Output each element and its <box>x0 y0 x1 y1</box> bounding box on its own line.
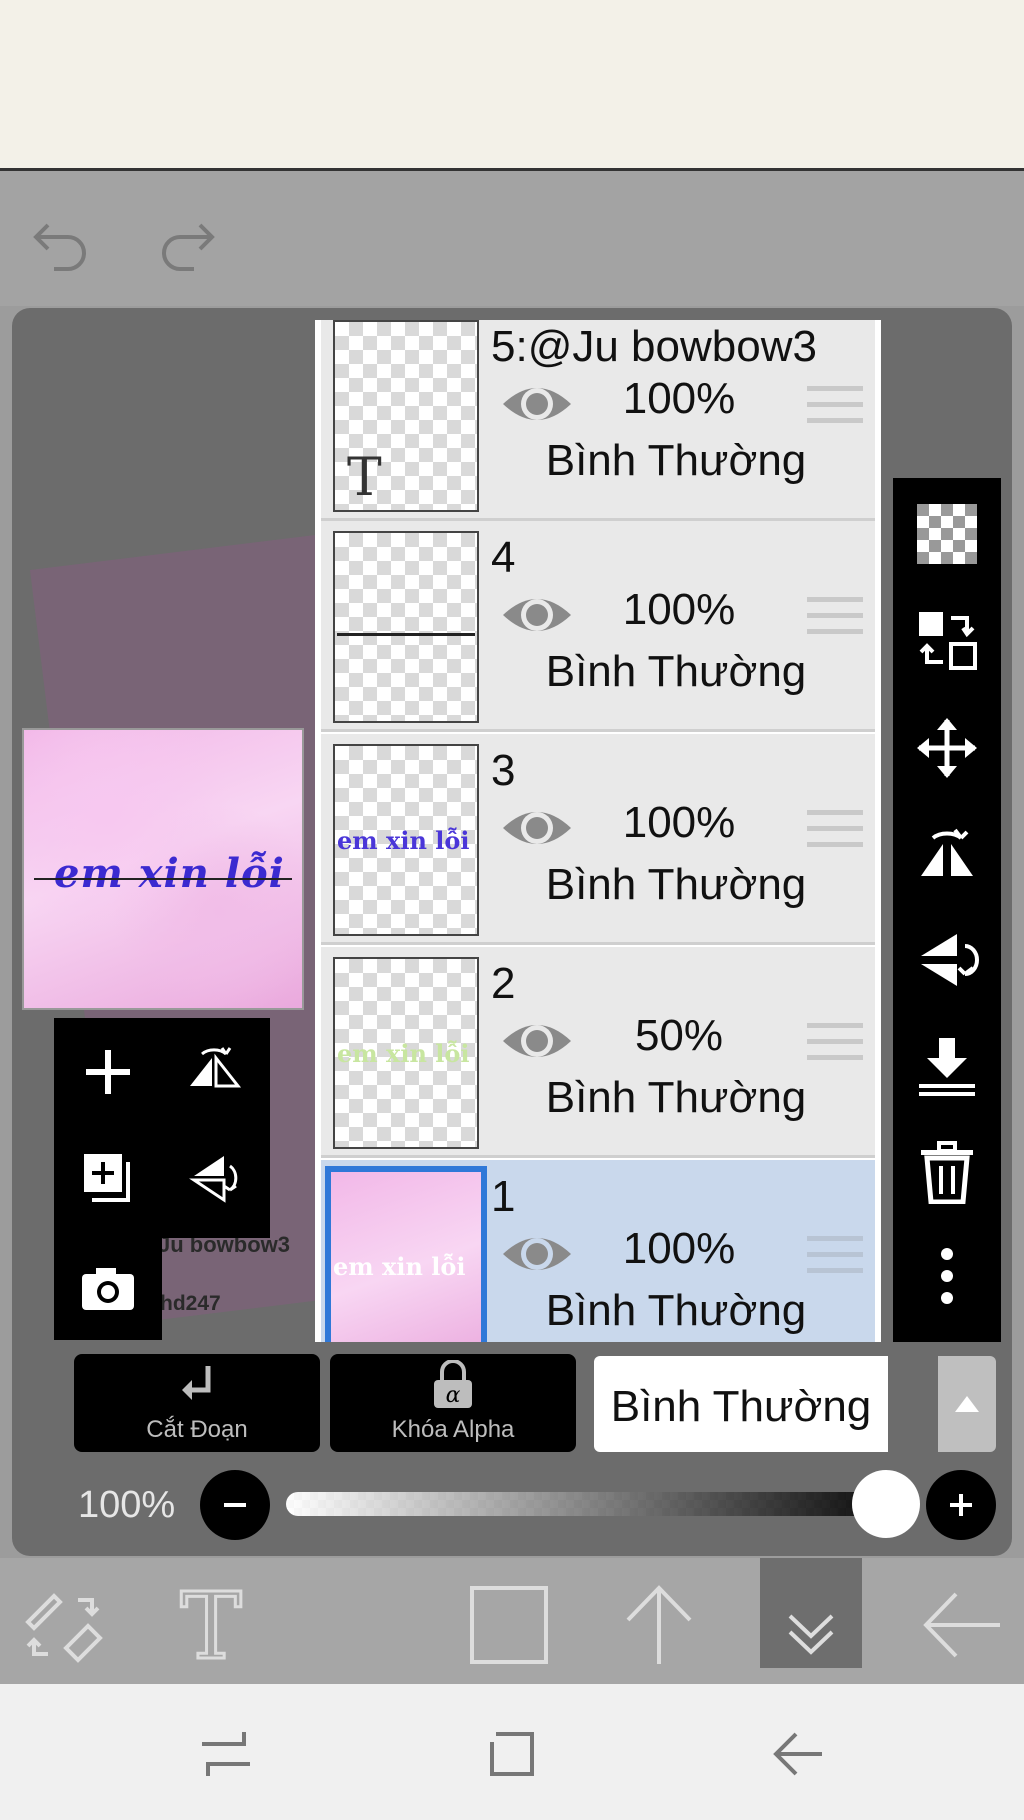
layer-opacity: 100% <box>622 798 736 847</box>
layer-name: 3 <box>491 746 516 795</box>
flip-vertical-icon[interactable] <box>184 1148 244 1208</box>
canvas-preview-thumbnail[interactable]: em xin lỗi <box>22 728 304 1010</box>
transparency-icon[interactable] <box>915 502 979 566</box>
clipping-button[interactable]: Cắt Đoạn <box>74 1354 320 1452</box>
clipping-label: Cắt Đoạn <box>146 1416 248 1443</box>
layer-quick-tools <box>54 1018 270 1238</box>
layer-blend-mode: Bình Thường <box>545 1073 807 1122</box>
lock-alpha-icon: α <box>434 1360 472 1408</box>
layer-blend-mode: Bình Thường <box>545 436 807 485</box>
text-layer-icon: T <box>347 448 382 508</box>
layer-opacity: 50% <box>634 1011 724 1060</box>
flip-vertical-icon[interactable] <box>915 928 979 992</box>
home-icon[interactable] <box>482 1724 542 1784</box>
svg-text:T: T <box>180 1582 241 1668</box>
layer-thumbnail: em xin lỗi <box>333 744 479 936</box>
eye-icon[interactable] <box>499 1013 575 1069</box>
eye-icon[interactable] <box>499 1226 575 1282</box>
layer-name: 5:@Ju bowbow3 <box>491 322 817 371</box>
arrow-up-icon[interactable] <box>614 1582 704 1668</box>
layer-thumbnail: T <box>333 320 479 512</box>
eye-icon[interactable] <box>499 587 575 643</box>
thumb-line <box>337 633 475 636</box>
layer-blend-mode: Bình Thường <box>545 647 807 696</box>
back-icon[interactable] <box>768 1724 828 1784</box>
layer-row-1[interactable]: em xin lỗi 1 100% Bình Thường <box>321 1160 875 1342</box>
layer-name: 2 <box>491 959 516 1008</box>
thumb-script: em xin lỗi <box>337 1039 470 1068</box>
camera-panel <box>54 1238 162 1340</box>
plus-icon <box>950 1494 972 1516</box>
thumb-script: em xin lỗi <box>333 1252 466 1281</box>
drag-handle-icon[interactable] <box>807 382 863 428</box>
layer-name: 1 <box>491 1172 516 1221</box>
flip-horizontal-icon[interactable] <box>915 822 979 886</box>
opacity-increase-button[interactable] <box>926 1470 996 1540</box>
blend-mode-dropdown-button[interactable] <box>938 1356 996 1452</box>
layer-blend-mode: Bình Thường <box>545 1286 807 1335</box>
recent-apps-icon[interactable] <box>196 1724 256 1784</box>
triangle-up-icon <box>955 1396 979 1412</box>
plus-icon[interactable] <box>78 1042 138 1102</box>
selection-square-icon[interactable] <box>464 1582 554 1668</box>
opacity-decrease-button[interactable] <box>200 1470 270 1540</box>
trash-icon[interactable] <box>915 1140 979 1204</box>
alpha-lock-button[interactable]: α Khóa Alpha <box>330 1354 576 1452</box>
drag-handle-icon[interactable] <box>807 1019 863 1065</box>
drag-handle-icon[interactable] <box>807 806 863 852</box>
layer-blend-mode: Bình Thường <box>545 860 807 909</box>
layer-thumbnail: em xin lỗi <box>333 957 479 1149</box>
alpha-lock-label: Khóa Alpha <box>391 1416 515 1443</box>
layer-row-2[interactable]: em xin lỗi 2 50% Bình Thường <box>321 947 875 1158</box>
layer-row-5[interactable]: T 5:@Ju bowbow3 100% Bình Thường <box>321 320 875 521</box>
undo-redo-bar <box>0 171 1024 306</box>
opacity-slider-track[interactable] <box>286 1492 886 1516</box>
opacity-value-label: 100% <box>78 1484 176 1526</box>
blend-mode-value: Bình Thường <box>610 1382 872 1431</box>
clipping-arrow-icon <box>182 1366 211 1400</box>
layer-row-3[interactable]: em xin lỗi 3 100% Bình Thường <box>321 734 875 945</box>
flip-horizontal-icon[interactable] <box>184 1042 244 1102</box>
undo-icon[interactable] <box>26 203 96 273</box>
brush-eraser-swap-icon[interactable] <box>18 1582 108 1668</box>
main-toolbar: T <box>0 1558 1024 1684</box>
arrow-left-icon[interactable] <box>918 1582 1008 1668</box>
canvas-watermark-2: hd247 <box>160 1292 221 1315</box>
thumb-script: em xin lỗi <box>337 826 470 855</box>
layer-list[interactable]: T 5:@Ju bowbow3 100% Bình Thường 4 100% <box>315 320 881 1342</box>
minus-icon <box>224 1503 246 1507</box>
eye-icon[interactable] <box>499 800 575 856</box>
redo-icon[interactable] <box>152 203 222 273</box>
layer-actions-toolbar <box>893 478 1001 1342</box>
camera-icon[interactable] <box>78 1260 138 1320</box>
opacity-slider-row: 100% <box>0 1470 1024 1540</box>
layer-thumbnail: em xin lỗi <box>325 1166 487 1342</box>
layer-opacity: 100% <box>622 585 736 634</box>
system-navigation-bar <box>0 1684 1024 1820</box>
preview-line <box>34 878 292 880</box>
duplicate-layer-icon[interactable] <box>78 1148 138 1208</box>
layer-opacity: 100% <box>622 1224 736 1273</box>
layer-row-4[interactable]: 4 100% Bình Thường <box>321 521 875 732</box>
more-vert-icon[interactable] <box>915 1244 979 1308</box>
swap-icon[interactable] <box>915 608 979 672</box>
text-tool-icon[interactable]: T <box>166 1582 256 1668</box>
drag-handle-icon[interactable] <box>807 593 863 639</box>
drag-handle-icon[interactable] <box>807 1232 863 1278</box>
move-icon[interactable] <box>915 716 979 780</box>
eye-icon[interactable] <box>499 376 575 432</box>
layer-name: 4 <box>491 533 516 582</box>
merge-down-icon[interactable] <box>915 1034 979 1098</box>
blend-mode-select[interactable]: Bình Thường <box>594 1356 888 1452</box>
svg-text:α: α <box>446 1383 461 1408</box>
chevron-double-down-icon[interactable] <box>766 1582 856 1668</box>
preview-script-text: em xin lỗi <box>54 850 285 897</box>
layer-opacity: 100% <box>622 374 736 423</box>
top-blank-area <box>0 0 1024 171</box>
layer-thumbnail <box>333 531 479 723</box>
opacity-slider-knob[interactable] <box>852 1470 920 1538</box>
